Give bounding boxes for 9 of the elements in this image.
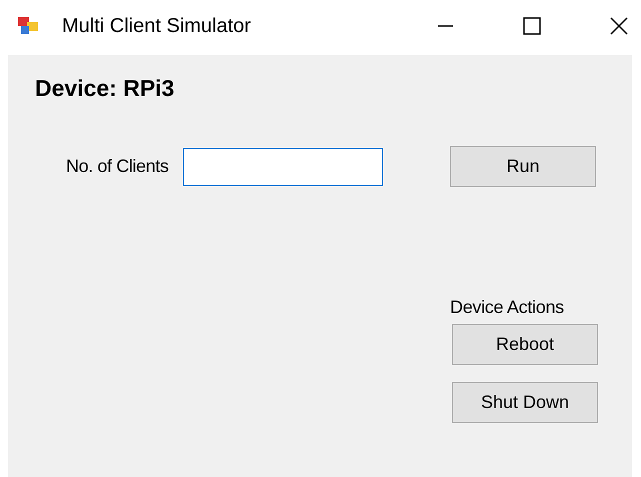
run-button[interactable]: Run (450, 146, 596, 187)
action-button[interactable]: Reboot (452, 324, 598, 365)
window-title: Multi Client Simulator (62, 14, 252, 38)
clients-input[interactable] (183, 148, 383, 186)
device-actions-label: Device Actions (450, 297, 564, 318)
action-button[interactable]: Shut Down (452, 382, 598, 423)
clients-label: No. of Clients (66, 156, 170, 177)
app-icon (18, 17, 38, 35)
device-heading: Device: RPi3 (35, 75, 174, 102)
